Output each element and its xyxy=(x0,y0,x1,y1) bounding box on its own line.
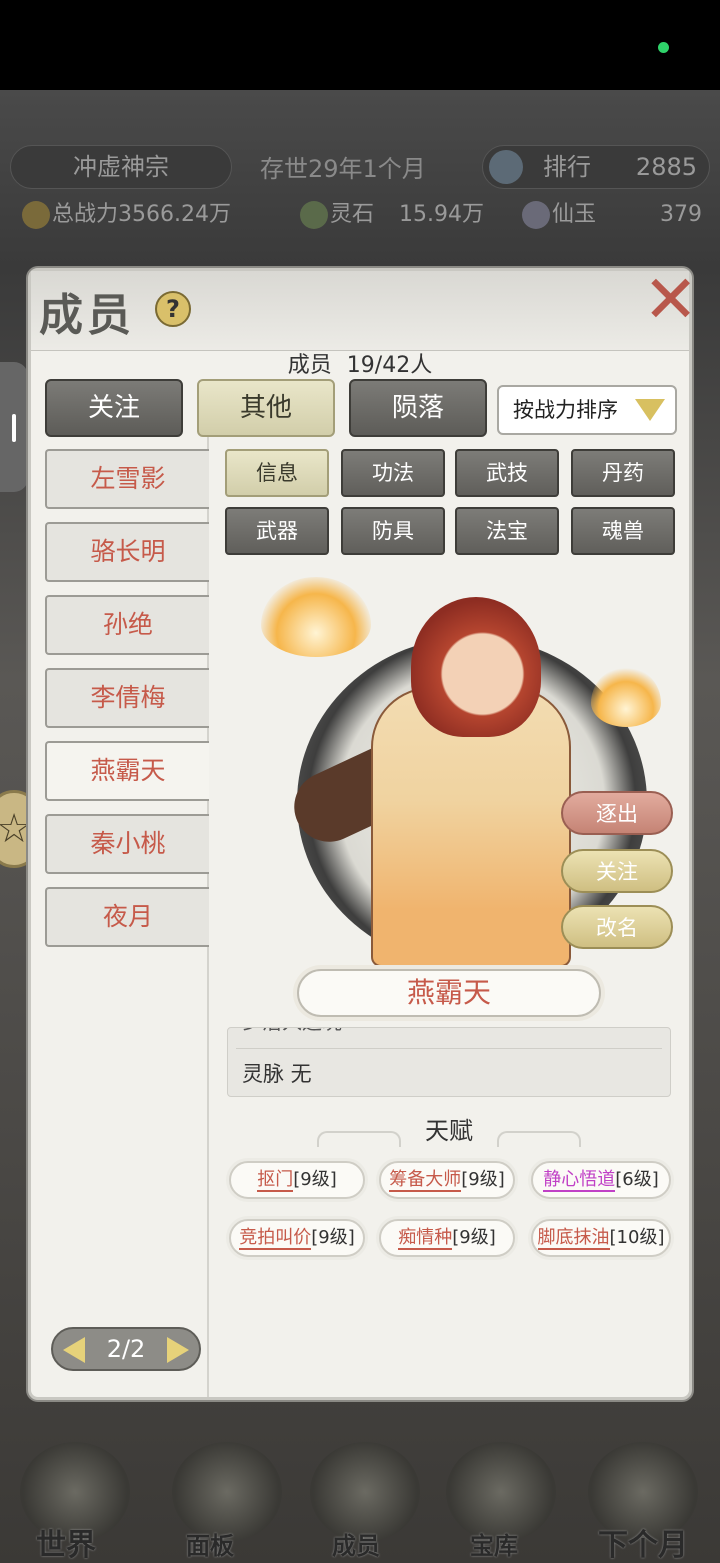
talent-section-title: 天赋 xyxy=(227,1111,671,1151)
talent-badge[interactable]: 脚底抹油[10级] xyxy=(531,1219,671,1257)
filter-follow-button[interactable]: 关注 xyxy=(45,379,183,437)
follow-button[interactable]: 关注 xyxy=(561,849,673,893)
member-item[interactable]: 李倩梅 xyxy=(45,668,209,728)
sort-dropdown[interactable]: 按战力排序 xyxy=(497,385,677,435)
spirit-stone-icon xyxy=(300,201,328,229)
help-icon[interactable]: ? xyxy=(155,291,191,327)
total-power: 总战力3566.24万 xyxy=(22,195,231,235)
member-count: 成员 19/42人 xyxy=(31,347,689,379)
talent-level: [9级] xyxy=(311,1227,355,1248)
filter-other-button[interactable]: 其他 xyxy=(197,379,335,437)
power-value: 3566.24万 xyxy=(118,202,231,227)
tab-pills[interactable]: 丹药 xyxy=(571,449,675,497)
nav-next-month[interactable]: 下个月 xyxy=(598,1520,688,1563)
info-divider xyxy=(236,1048,662,1049)
sect-age: 存世29年1个月 xyxy=(260,155,426,183)
member-item[interactable]: 秦小桃 xyxy=(45,814,209,874)
tab-artifacts[interactable]: 法宝 xyxy=(455,507,559,555)
side-drawer-handle[interactable] xyxy=(0,362,28,492)
spirit-vein-row: 灵脉 无 xyxy=(242,1062,312,1086)
talent-name: 筹备大师 xyxy=(389,1169,462,1192)
talent-badge[interactable]: 痴情种[9级] xyxy=(379,1219,515,1257)
talent-level: [10级] xyxy=(609,1227,665,1248)
nav-world[interactable]: 世界 xyxy=(36,1520,96,1563)
flame-icon xyxy=(261,577,371,657)
panel-title: 成员 xyxy=(39,290,135,341)
talent-badge[interactable]: 竞拍叫价[9级] xyxy=(229,1219,365,1257)
tab-weapons[interactable]: 武器 xyxy=(225,507,329,555)
sect-info-row: 冲虚神宗 存世29年1个月 排行 2885 xyxy=(0,145,720,195)
power-label: 总战力 xyxy=(52,202,119,227)
expel-button[interactable]: 逐出 xyxy=(561,791,673,835)
filter-fallen-button[interactable]: 陨落 xyxy=(349,379,487,437)
talent-level: [9级] xyxy=(461,1169,505,1190)
member-item-selected[interactable]: 燕霸天 xyxy=(45,741,209,801)
talent-level: [6级] xyxy=(615,1169,659,1190)
pager: 2/2 xyxy=(51,1327,201,1371)
bottom-nav: 世界 面板 成员 宝库 下个月 xyxy=(0,1420,720,1563)
panel-header: 成员 ? ✕ xyxy=(31,267,698,351)
info-scroll-area[interactable]: 乡治入运况 灵脉 无 xyxy=(227,1027,671,1097)
next-page-icon[interactable] xyxy=(167,1337,189,1363)
prev-page-icon[interactable] xyxy=(63,1337,85,1363)
status-bar xyxy=(0,0,720,90)
member-count-value: 19/42人 xyxy=(346,353,433,378)
talent-name: 竞拍叫价 xyxy=(239,1227,312,1250)
tab-soul-beasts[interactable]: 魂兽 xyxy=(571,507,675,555)
member-item[interactable]: 孙绝 xyxy=(45,595,209,655)
tab-martial-skills[interactable]: 武技 xyxy=(455,449,559,497)
spirit-stone-label: 灵石 xyxy=(330,202,375,227)
rank-icon xyxy=(489,150,523,184)
immortal-jade: 仙玉 379 xyxy=(522,195,702,235)
chevron-down-icon xyxy=(635,399,665,421)
camera-indicator-icon xyxy=(658,42,669,53)
info-row-cutoff: 乡治入运况 xyxy=(242,1028,342,1035)
member-count-label: 成员 xyxy=(287,353,332,378)
nav-members[interactable]: 成员 xyxy=(332,1526,380,1561)
nav-panel[interactable]: 面板 xyxy=(186,1526,234,1561)
tab-info[interactable]: 信息 xyxy=(225,449,329,497)
member-item[interactable]: 左雪影 xyxy=(45,449,209,509)
spirit-stone: 灵石 15.94万 xyxy=(300,195,484,235)
talent-badge[interactable]: 抠门[9级] xyxy=(229,1161,365,1199)
talent-badge[interactable]: 静心悟道[6级] xyxy=(531,1161,671,1199)
talent-badge[interactable]: 筹备大师[9级] xyxy=(379,1161,515,1199)
talent-name: 脚底抹油 xyxy=(537,1227,610,1250)
rank-label: 排行 xyxy=(543,153,591,181)
member-list: 左雪影 骆长明 孙绝 李倩梅 燕霸天 秦小桃 夜月 xyxy=(45,449,209,960)
sect-name: 冲虚神宗 xyxy=(10,145,232,189)
talent-level: [9级] xyxy=(293,1169,337,1190)
rank-value: 2885 xyxy=(635,153,697,181)
jade-icon xyxy=(522,201,550,229)
character-name: 燕霸天 xyxy=(297,969,601,1017)
talent-name: 痴情种 xyxy=(398,1227,453,1250)
flame-icon xyxy=(591,667,661,727)
talent-level: [9级] xyxy=(452,1227,496,1248)
tab-techniques[interactable]: 功法 xyxy=(341,449,445,497)
jade-label: 仙玉 xyxy=(552,202,597,227)
member-item[interactable]: 夜月 xyxy=(45,887,209,947)
talent-name: 静心悟道 xyxy=(543,1169,616,1192)
member-item[interactable]: 骆长明 xyxy=(45,522,209,582)
tab-armor[interactable]: 防具 xyxy=(341,507,445,555)
rank-button[interactable]: 排行 2885 xyxy=(482,145,710,189)
rename-button[interactable]: 改名 xyxy=(561,905,673,949)
sort-label: 按战力排序 xyxy=(513,398,618,422)
members-panel: 成员 ? ✕ 成员 19/42人 关注 其他 陨落 按战力排序 左雪影 骆长明 … xyxy=(28,267,698,1400)
jade-value: 379 xyxy=(660,202,702,227)
spirit-stone-value: 15.94万 xyxy=(399,202,484,227)
talent-title: 天赋 xyxy=(425,1117,473,1145)
power-icon xyxy=(22,201,50,229)
character-head xyxy=(411,597,541,737)
page-indicator: 2/2 xyxy=(106,1335,146,1363)
nav-treasury[interactable]: 宝库 xyxy=(470,1526,518,1561)
talent-name: 抠门 xyxy=(257,1169,294,1192)
resource-row: 总战力3566.24万 灵石 15.94万 仙玉 379 xyxy=(0,195,720,235)
close-icon[interactable]: ✕ xyxy=(643,267,698,333)
